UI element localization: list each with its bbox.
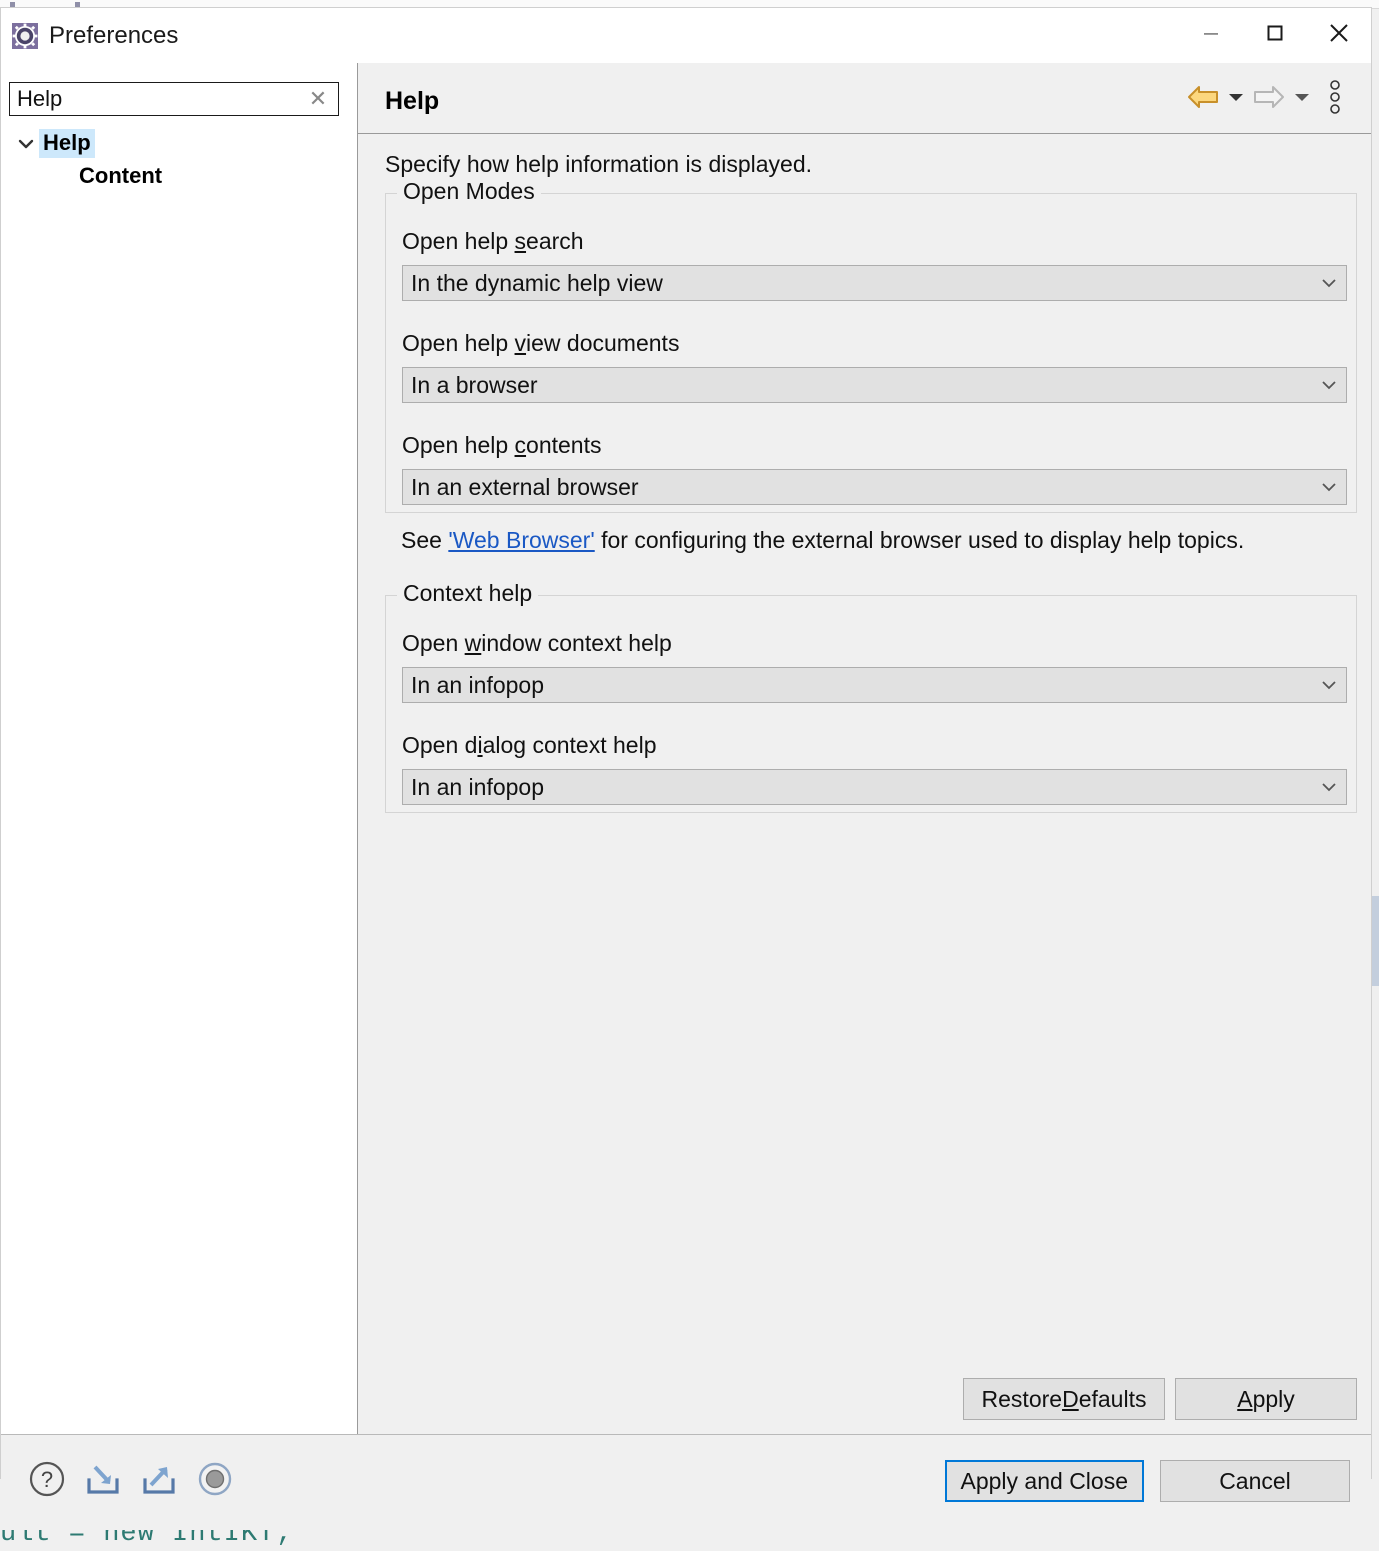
label-open-help-search: Open help search	[402, 228, 584, 254]
apply-and-close-button[interactable]: Apply and Close	[944, 1460, 1144, 1502]
chevron-down-icon	[1293, 90, 1311, 109]
dialog-footer: ? Apply and Close Cancel	[1, 1434, 1371, 1530]
chevron-down-icon	[1312, 277, 1346, 289]
sidebar-item-label: Content	[79, 163, 163, 188]
forward-history-dropdown[interactable]	[1289, 78, 1315, 120]
window-controls	[1179, 8, 1371, 63]
chevron-down-icon	[1312, 379, 1346, 391]
minimize-icon	[1199, 21, 1223, 50]
chevron-down-icon	[1312, 481, 1346, 493]
footer-icon-bar: ?	[25, 1457, 237, 1501]
combo-open-dialog-context-help[interactable]: In an infopop	[402, 769, 1347, 805]
group-context-help: Context help Open window context help In…	[385, 580, 1357, 813]
chevron-down-icon	[1312, 679, 1346, 691]
svg-text:?: ?	[41, 1467, 53, 1492]
combo-open-window-context-help[interactable]: In an infopop	[402, 667, 1347, 703]
preferences-tree: Help Content	[1, 127, 357, 193]
combo-value: In an infopop	[411, 773, 545, 800]
label-open-help-contents: Open help contents	[402, 432, 602, 458]
page-title: Help	[385, 87, 440, 115]
label-open-window-context-help: Open window context help	[402, 630, 672, 656]
dialog-body: ✕ Help Content Help	[1, 63, 1371, 1434]
filter-field-wrapper: ✕	[9, 82, 339, 116]
restore-defaults-button[interactable]: Restore Defaults	[963, 1378, 1165, 1420]
combo-value: In an external browser	[411, 473, 639, 500]
preferences-dialog: Preferences ✕	[0, 7, 1372, 1530]
combo-open-help-view-documents[interactable]: In a browser	[402, 367, 1347, 403]
search-input[interactable]	[10, 84, 290, 114]
back-arrow-icon	[1186, 84, 1220, 115]
export-icon[interactable]	[137, 1457, 181, 1501]
web-browser-link[interactable]: 'Web Browser'	[448, 527, 594, 553]
sidebar-item-content[interactable]: Content	[1, 160, 357, 193]
chevron-down-icon	[1227, 90, 1245, 109]
chevron-down-icon	[1312, 781, 1346, 793]
back-history-dropdown[interactable]	[1223, 78, 1249, 120]
record-icon[interactable]	[193, 1457, 237, 1501]
label-open-dialog-context-help: Open dialog context help	[402, 732, 657, 758]
web-browser-note: See 'Web Browser' for configuring the ex…	[401, 527, 1244, 554]
sidebar-item-label: Help	[39, 129, 95, 158]
preferences-gear-icon	[12, 22, 38, 49]
label-open-help-view-documents: Open help view documents	[402, 330, 680, 356]
group-open-modes: Open Modes Open help search In the dynam…	[385, 178, 1357, 513]
note-prefix: See	[401, 527, 449, 553]
import-icon[interactable]	[81, 1457, 125, 1501]
combo-open-help-contents[interactable]: In an external browser	[402, 469, 1347, 505]
combo-value: In a browser	[411, 371, 538, 398]
page-header: Help	[358, 63, 1371, 134]
chevron-down-icon[interactable]	[13, 131, 39, 157]
note-suffix: for configuring the external browser use…	[594, 527, 1245, 553]
forward-arrow-icon	[1252, 84, 1286, 115]
group-legend: Open Modes	[397, 178, 541, 205]
forward-button[interactable]	[1249, 78, 1289, 120]
cancel-button[interactable]: Cancel	[1160, 1460, 1350, 1502]
clear-icon[interactable]: ✕	[306, 87, 330, 111]
combo-value: In an infopop	[411, 671, 545, 698]
group-legend: Context help	[397, 580, 539, 607]
page-toolbar	[1183, 78, 1355, 120]
close-icon	[1326, 20, 1352, 51]
combo-value: In the dynamic help view	[411, 269, 663, 296]
footer-button-bar: Apply and Close Cancel	[944, 1460, 1350, 1502]
minimize-button[interactable]	[1179, 8, 1243, 63]
maximize-button[interactable]	[1243, 8, 1307, 63]
vertical-dots-icon	[1327, 79, 1343, 120]
page-overflow-menu-button[interactable]	[1315, 78, 1355, 120]
help-icon[interactable]: ?	[25, 1457, 69, 1501]
page-description: Specify how help information is displaye…	[385, 151, 813, 177]
dialog-titlebar: Preferences	[1, 8, 1371, 63]
close-button[interactable]	[1307, 8, 1371, 63]
back-button[interactable]	[1183, 78, 1223, 120]
combo-open-help-search[interactable]: In the dynamic help view	[402, 265, 1347, 301]
maximize-icon	[1263, 21, 1287, 50]
sidebar-item-help[interactable]: Help	[1, 127, 357, 160]
dialog-title: Preferences	[49, 21, 179, 49]
apply-button[interactable]: Apply	[1175, 1378, 1357, 1420]
preferences-tree-panel: ✕ Help Content	[1, 63, 358, 1434]
preference-page: Help Specify how help information is dis…	[358, 63, 1371, 1434]
